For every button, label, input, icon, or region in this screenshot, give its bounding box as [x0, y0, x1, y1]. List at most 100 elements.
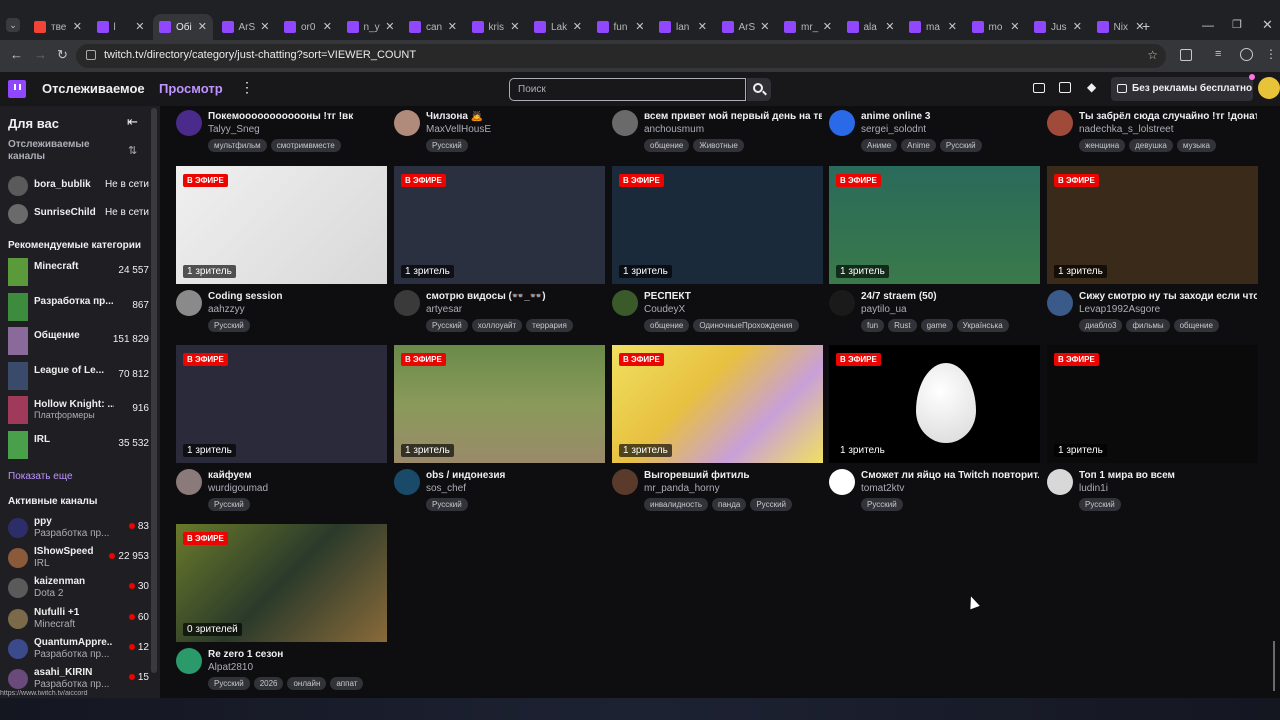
browser-tab[interactable]: mr_ ✕ [778, 14, 838, 40]
channel-avatar[interactable] [1047, 110, 1073, 136]
profile-icon[interactable] [1240, 48, 1253, 61]
active-channel[interactable]: ppy Разработка пр... 83 [8, 515, 153, 541]
reload-icon[interactable]: ↻ [57, 47, 68, 63]
browser-tab[interactable]: l ✕ [91, 14, 151, 40]
stream-tag[interactable]: Русский [426, 498, 468, 511]
stream-tag[interactable]: Русский [208, 677, 250, 690]
stream-title[interactable]: Покемоооооооооооны !тг !вк [208, 111, 386, 122]
browser-tab[interactable]: fun ✕ [591, 14, 651, 40]
close-tab-icon[interactable]: ✕ [823, 20, 832, 33]
channel-name[interactable]: ludin1i [1079, 483, 1108, 494]
user-avatar[interactable] [1258, 77, 1280, 99]
channel-avatar[interactable] [612, 469, 638, 495]
channel-name[interactable]: wurdigoumad [208, 483, 268, 494]
channel-avatar[interactable] [394, 110, 420, 136]
channel-name[interactable]: mr_panda_horny [644, 483, 720, 494]
channel-name[interactable]: MaxVellHousE [426, 124, 491, 135]
tab-search-icon[interactable]: ⌄ [6, 18, 20, 32]
stream-title[interactable]: Чилзона 🙇 [426, 111, 604, 122]
stream-tag[interactable]: аппат [330, 677, 364, 690]
browser-tab[interactable]: тве ✕ [28, 14, 88, 40]
stream-title[interactable]: Coding session [208, 291, 386, 302]
stream-title[interactable]: всем привет мой первый день на тв... [644, 111, 822, 122]
channel-avatar[interactable] [176, 290, 202, 316]
channel-avatar[interactable] [829, 290, 855, 316]
channel-name[interactable]: Talyy_Sneg [208, 124, 260, 135]
channel-avatar[interactable] [176, 648, 202, 674]
browser-tab[interactable]: Lak ✕ [528, 14, 588, 40]
stream-tag[interactable]: Русский [208, 498, 250, 511]
sidebar-scrollbar[interactable] [151, 108, 157, 673]
stream-tag[interactable]: ОдиночныеПрохождения [693, 319, 799, 332]
forward-icon[interactable]: → [34, 47, 47, 62]
stream-thumbnail[interactable]: В ЭФИРЕ 1 зритель [176, 345, 387, 463]
main-scrollbar[interactable] [1273, 641, 1275, 691]
browser-tab[interactable]: n_y ✕ [341, 14, 401, 40]
channel-name[interactable]: tomat2ktv [861, 483, 904, 494]
stream-tag[interactable]: террария [526, 319, 573, 332]
channel-name[interactable]: paytilo_ua [861, 304, 907, 315]
stream-tag[interactable]: Русский [426, 319, 468, 332]
channel-name[interactable]: anchousmum [644, 124, 704, 135]
channel-name[interactable]: CoudeyX [644, 304, 685, 315]
stream-title[interactable]: кайфуем [208, 470, 386, 481]
close-tab-icon[interactable]: ✕ [448, 20, 457, 33]
stream-title[interactable]: смотрю видосы (👓_👓) [426, 291, 604, 302]
stream-tag[interactable]: музыка [1176, 139, 1217, 152]
close-tab-icon[interactable]: ✕ [573, 20, 582, 33]
channel-avatar[interactable] [394, 469, 420, 495]
channel-avatar[interactable] [1047, 290, 1073, 316]
stream-thumbnail[interactable]: В ЭФИРЕ 1 зритель [1047, 345, 1258, 463]
channel-name[interactable]: sergei_solodnt [861, 124, 926, 135]
close-tab-icon[interactable]: ✕ [510, 20, 519, 33]
no-ads-button[interactable]: Без рекламы бесплатно [1111, 74, 1255, 101]
extensions-icon[interactable] [1180, 49, 1192, 61]
close-tab-icon[interactable]: ✕ [323, 20, 332, 33]
browser-tab[interactable]: or0 ✕ [278, 14, 338, 40]
twitch-logo-icon[interactable] [8, 80, 26, 98]
more-menu-icon[interactable]: ⋮ [240, 79, 254, 96]
stream-thumbnail[interactable]: В ЭФИРЕ 1 зритель [612, 166, 823, 284]
stream-tag[interactable]: Животные [693, 139, 744, 152]
maximize-icon[interactable]: ❐ [1232, 18, 1242, 31]
close-tab-icon[interactable]: ✕ [1010, 20, 1019, 33]
stream-tag[interactable]: Русский [1079, 498, 1121, 511]
media-control-icon[interactable]: ≡ [1215, 48, 1221, 60]
stream-tag[interactable]: общение [1173, 319, 1219, 332]
channel-avatar[interactable] [176, 469, 202, 495]
stream-tag[interactable]: диабло3 [1079, 319, 1123, 332]
stream-tag[interactable]: смотримвместе [270, 139, 341, 152]
close-tab-icon[interactable]: ✕ [885, 20, 894, 33]
browser-tab[interactable]: ala ✕ [841, 14, 901, 40]
stream-title[interactable]: obs / индонезия [426, 470, 604, 481]
recommended-category[interactable]: Hollow Knight: ... Платформеры 916 [8, 396, 153, 428]
close-tab-icon[interactable]: ✕ [260, 20, 269, 33]
active-channel[interactable]: QuantumAppre... Разработка пр... 12 [8, 636, 153, 662]
back-icon[interactable]: ← [10, 47, 23, 62]
stream-tag[interactable]: панда [712, 498, 747, 511]
bookmark-star-icon[interactable]: ☆ [1147, 48, 1158, 62]
minimize-icon[interactable]: — [1202, 18, 1214, 32]
url-field[interactable]: twitch.tv/directory/category/just-chatti… [76, 44, 1166, 68]
bits-icon[interactable]: ◆ [1087, 80, 1096, 94]
active-channel[interactable]: Nufulli +1 Minecraft 60 [8, 606, 153, 632]
stream-tag[interactable]: Аниме [861, 139, 898, 152]
stream-tag[interactable]: девушка [1129, 139, 1173, 152]
active-channel[interactable]: IShowSpeed IRL 22 953 [8, 545, 153, 571]
stream-tag[interactable]: инвалидность [644, 498, 708, 511]
stream-tag[interactable]: фильмы [1126, 319, 1170, 332]
close-window-icon[interactable]: ✕ [1262, 17, 1273, 33]
stream-title[interactable]: Ты забрёл сюда случайно !тг !донат [1079, 111, 1257, 122]
active-channel[interactable]: kaizenman Dota 2 30 [8, 575, 153, 601]
stream-title[interactable]: Топ 1 мира во всем [1079, 470, 1257, 481]
stream-thumbnail[interactable]: В ЭФИРЕ 1 зритель [176, 166, 387, 284]
stream-tag[interactable]: мультфильм [208, 139, 267, 152]
channel-avatar[interactable] [394, 290, 420, 316]
stream-title[interactable]: Re zero 1 сезон [208, 649, 386, 660]
new-tab-icon[interactable]: + [1142, 18, 1150, 34]
channel-avatar[interactable] [829, 469, 855, 495]
stream-thumbnail[interactable]: В ЭФИРЕ 1 зритель [394, 345, 605, 463]
stream-thumbnail[interactable]: В ЭФИРЕ 1 зритель [612, 345, 823, 463]
stream-tag[interactable]: game [920, 319, 953, 332]
channel-name[interactable]: aahzzyy [208, 304, 245, 315]
